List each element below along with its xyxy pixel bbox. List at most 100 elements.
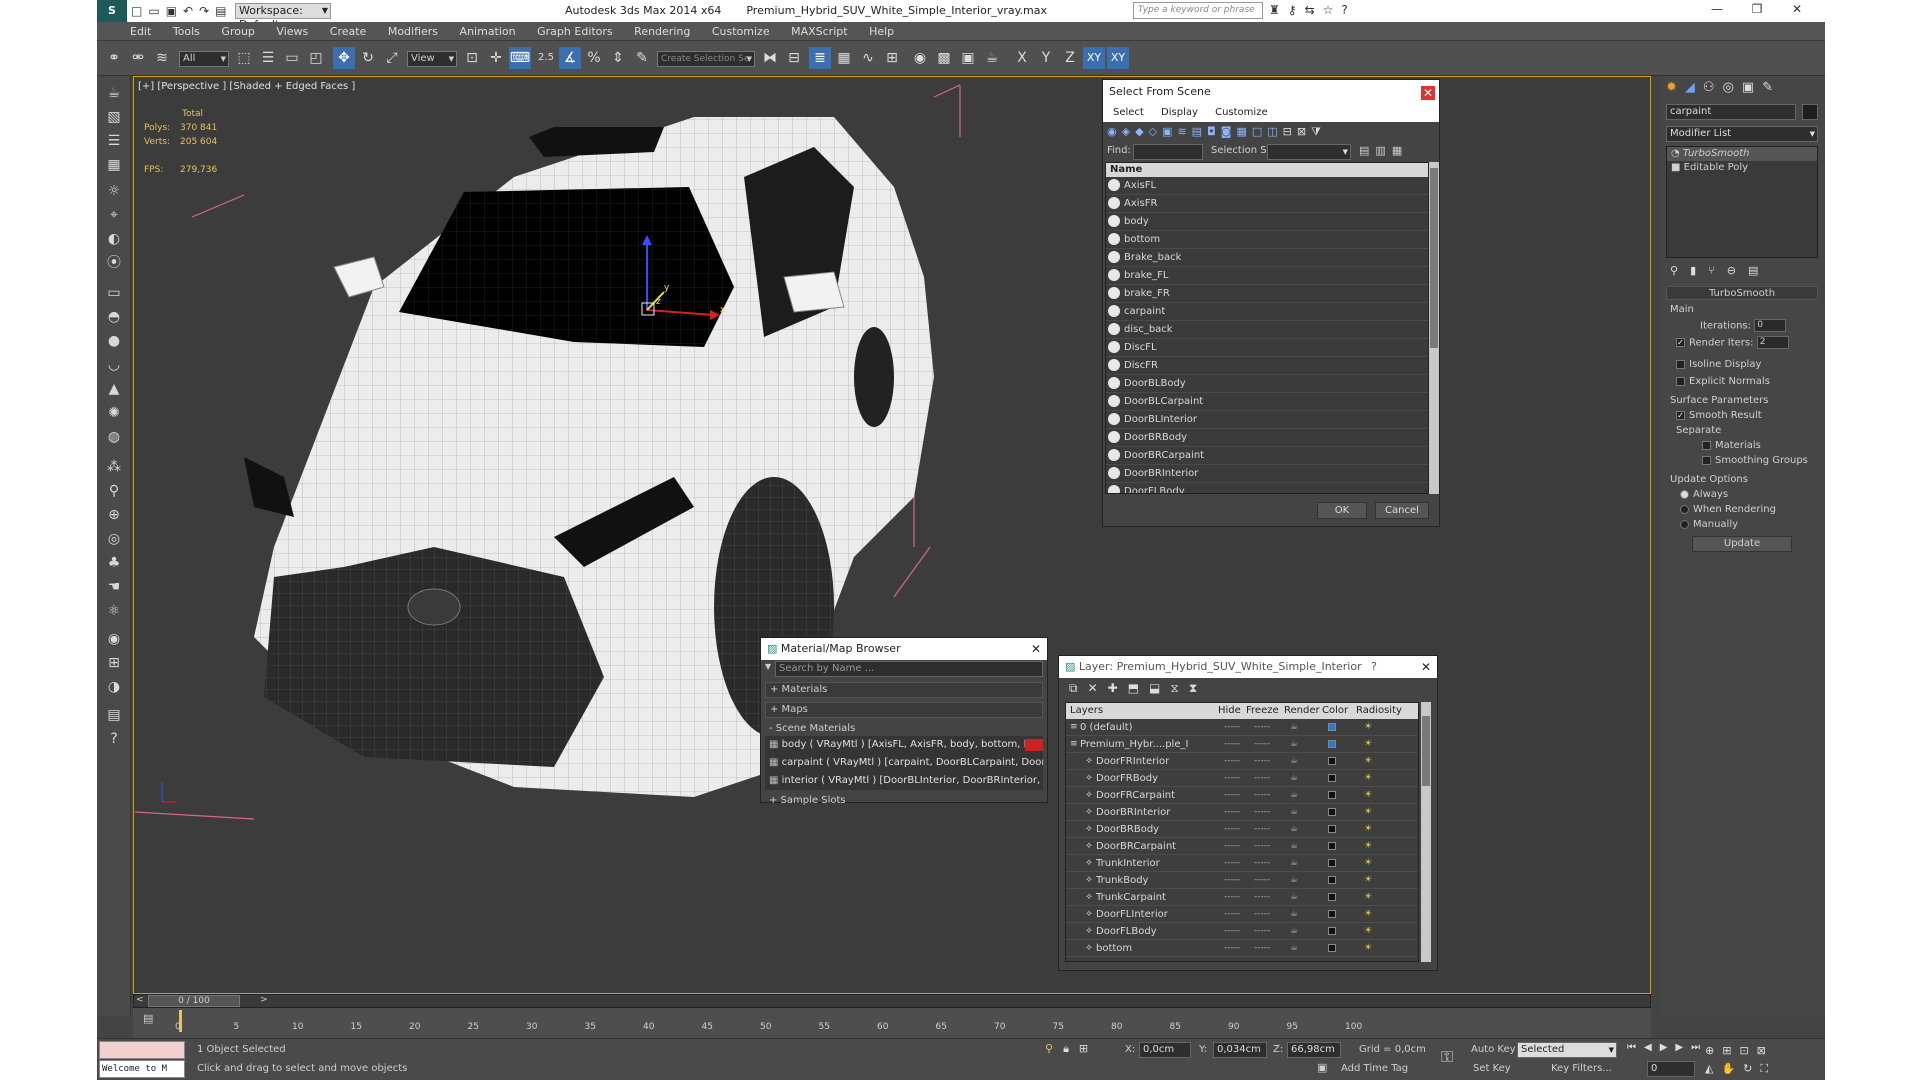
time-tag-icon[interactable]: ▣ [1317,1061,1327,1074]
scene-object-row[interactable]: DoorBLCarpaint [1106,393,1428,411]
x-coord-field[interactable]: 0,0cm [1139,1042,1191,1058]
scene-materials-section[interactable]: - Scene Materials [765,722,1043,736]
add-to-layer-icon[interactable]: ✚ [1108,681,1128,695]
utilities-tab-icon[interactable]: ✎ [1762,80,1781,95]
freeze-toggle[interactable]: ----- [1254,753,1270,770]
configure-sets-icon[interactable]: ▤ [1748,264,1770,277]
hide-toggle[interactable]: ----- [1224,804,1240,821]
render-teapot-icon[interactable]: ☕ [1290,821,1298,838]
material-editor-icon[interactable]: ◉ [909,47,931,69]
key-icon[interactable]: ⚿ [1441,1047,1453,1067]
layer-color-swatch[interactable] [1328,808,1336,816]
radiosity-icon[interactable]: ☀ [1364,787,1372,804]
sun-icon[interactable]: ✺ [102,402,126,424]
percent-snap-icon[interactable]: % [583,47,605,69]
isolate-icon[interactable]: ⚲ [1045,1042,1063,1055]
menu-customize[interactable]: Customize [703,22,779,40]
time-slider[interactable]: < 0 / 100 > [133,994,1651,1008]
layer-row[interactable]: ⟡ TrunkCarpaint ----- ----- ☕ ☀ [1066,889,1418,906]
radiosity-icon[interactable]: ☀ [1364,923,1372,940]
render-teapot-icon[interactable]: ☕ [1290,940,1298,957]
grid-plus-icon[interactable]: ⊞ [102,652,126,674]
grid-icon[interactable]: ▦ [102,154,126,176]
update-manually-radio[interactable] [1680,519,1689,529]
scene-object-row[interactable]: disc_back [1106,321,1428,339]
fov-icon[interactable]: ◭ [1705,1062,1721,1075]
named-selection-dropdown[interactable]: Create Selection Se ▼ [657,51,755,67]
stack-item-turbosmooth[interactable]: ◔ TurboSmooth [1667,147,1817,161]
rect-selection-icon[interactable]: ▭ [281,47,303,69]
name-column-header[interactable]: Name [1106,163,1428,177]
menu-customize[interactable]: Customize [1215,107,1268,118]
sample-slots-section[interactable]: + Sample Slots [765,794,1043,808]
freeze-all-icon[interactable]: ⧗ [1189,681,1207,695]
unlink-icon[interactable]: ⚮ [127,47,149,69]
radiosity-icon[interactable]: ☀ [1364,821,1372,838]
hide-toggle[interactable]: ----- [1224,736,1240,753]
go-to-start-icon[interactable]: ⏮ [1627,1042,1644,1053]
open-file-icon[interactable]: ▭ [148,4,165,18]
radiosity-icon[interactable]: ☀ [1364,753,1372,770]
none-filter-icon[interactable]: □ [1252,125,1267,138]
scene-object-row[interactable]: DoorBRBody [1106,429,1428,447]
undo-icon[interactable]: ↶ [183,4,199,18]
redo-icon[interactable]: ↷ [199,4,215,18]
spacewarps-filter-icon[interactable]: ≋ [1177,125,1191,138]
key-mode-dropdown[interactable]: Selected ▼ [1517,1042,1617,1058]
shapes-filter-icon[interactable]: ◈ [1122,125,1135,138]
layer-row[interactable]: ⟡ TrunkInterior ----- ----- ☕ ☀ [1066,855,1418,872]
funnel-icon[interactable]: ⧩ [1311,125,1326,138]
time-slider-thumb[interactable]: 0 / 100 [148,995,240,1007]
exchange-icon[interactable]: ⇆ [1305,3,1323,17]
box-icon[interactable]: ▭ [102,282,126,304]
render-production-icon[interactable]: ☕ [981,47,1003,69]
key-icon[interactable]: ⚷ [1288,3,1305,17]
layer-row[interactable]: ⟡ DoorFRInterior ----- ----- ☕ ☀ [1066,753,1418,770]
remove-modifier-icon[interactable]: ⊖ [1727,264,1748,277]
plant-icon[interactable]: ♣ [102,552,126,574]
menu-create[interactable]: Create [321,22,376,40]
current-frame-field[interactable]: 0 [1647,1061,1695,1077]
atom-icon[interactable]: ⚛ [102,600,126,622]
update-always-radio[interactable] [1680,489,1689,499]
scene-object-row[interactable]: body [1106,213,1428,231]
scene-object-row[interactable]: AxisFR [1106,195,1428,213]
hide-toggle[interactable]: ----- [1224,770,1240,787]
key-filters-button[interactable]: Key Filters... [1551,1063,1612,1074]
render-teapot-icon[interactable]: ☕ [1290,889,1298,906]
scene-object-row[interactable]: DoorBLBody [1106,375,1428,393]
layer-color-swatch[interactable] [1328,859,1336,867]
menu-rendering[interactable]: Rendering [625,22,699,40]
render-teapot-icon[interactable]: ☕ [1290,872,1298,889]
layer-color-swatch[interactable] [1328,927,1336,935]
zoom-all-icon[interactable]: ⊞ [1722,1044,1739,1057]
film-icon[interactable]: ⦿ [102,252,126,274]
prev-key-icon[interactable]: ◀ [1644,1042,1660,1053]
explicit-normals-checkbox[interactable] [1676,376,1685,386]
layer-color-swatch[interactable] [1328,791,1336,799]
axis-xy-cycle-button[interactable]: XY [1107,47,1129,69]
reference-coord-dropdown[interactable]: View ▼ [407,51,457,67]
radiosity-icon[interactable]: ☀ [1364,838,1372,855]
maximize-viewport-icon[interactable]: ⛶ [1760,1062,1776,1075]
light-bulb-icon[interactable]: ◔ [1671,148,1680,159]
scene-object-row[interactable]: carpaint [1106,303,1428,321]
material-search-input[interactable]: Search by Name ... [775,661,1043,677]
schematic-view-icon[interactable]: ⊞ [881,47,903,69]
render-teapot-icon[interactable]: ☕ [1290,787,1298,804]
hand-icon[interactable]: ☚ [102,576,126,598]
radiosity-icon[interactable]: ☀ [1364,804,1372,821]
delete-layer-icon[interactable]: ✕ [1088,681,1108,695]
modify-tab-icon[interactable]: ◢ [1685,80,1703,95]
freeze-toggle[interactable]: ----- [1254,940,1270,957]
render-teapot-icon[interactable]: ☕ [1290,838,1298,855]
lights-filter-icon[interactable]: ◆ [1135,125,1148,138]
hide-toggle[interactable]: ----- [1224,821,1240,838]
y-coord-field[interactable]: 0,034cm [1213,1042,1267,1058]
sphere-icon[interactable]: ● [102,330,126,352]
menu-animation[interactable]: Animation [451,22,525,40]
zoom-icon[interactable]: ⊕ [1705,1044,1722,1057]
particles-icon[interactable]: ⁂ [102,456,126,478]
create-layer-icon[interactable]: ⧉ [1069,681,1088,695]
menu-maxscript[interactable]: MAXScript [782,22,856,40]
